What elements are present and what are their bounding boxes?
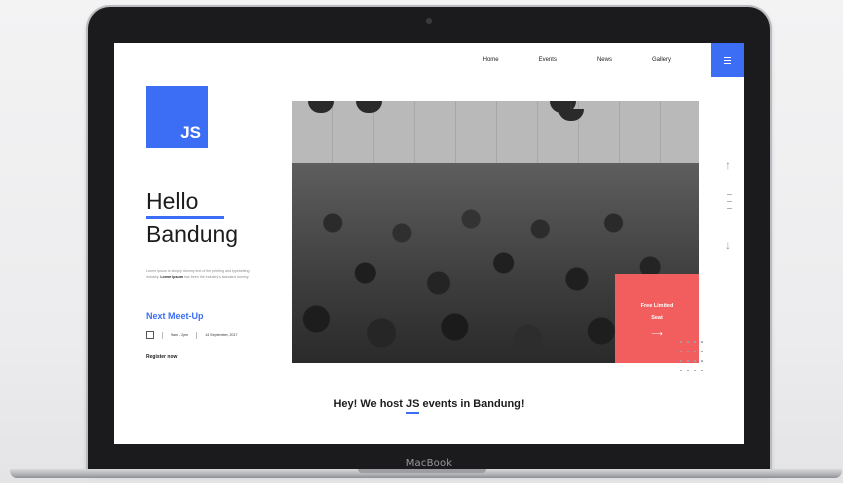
pager-dash[interactable] <box>727 201 732 202</box>
hamburger-icon-line <box>724 59 731 61</box>
slide-pager[interactable] <box>727 194 732 215</box>
top-nav: Home Events News Gallery <box>483 43 744 77</box>
dot <box>680 350 682 352</box>
dot <box>701 341 703 343</box>
arrow-right-icon: ⟶ <box>651 328 663 338</box>
dot <box>694 360 696 362</box>
arrow-up-icon[interactable]: ↑ <box>725 159 731 171</box>
pager-dash[interactable] <box>727 194 732 195</box>
laptop-notch <box>358 469 486 473</box>
hamburger-icon-line <box>724 62 731 64</box>
dot <box>687 360 689 362</box>
divider <box>162 331 163 339</box>
dot <box>687 341 689 343</box>
laptop-lid: Home Events News Gallery JS Hello Bandun… <box>88 7 770 473</box>
camera-icon <box>426 18 432 24</box>
promo-line1: Free Limited <box>640 302 674 309</box>
logo-text: JS <box>180 123 201 142</box>
description-bold: Lorem Ipsum <box>160 275 183 279</box>
dot <box>694 350 696 352</box>
nav-home[interactable]: Home <box>483 57 499 63</box>
nav-news[interactable]: News <box>597 57 612 63</box>
tagline: Hey! We host JS events in Bandung! <box>114 398 744 410</box>
laptop-screen: Home Events News Gallery JS Hello Bandun… <box>114 43 744 444</box>
dot <box>701 360 703 362</box>
register-now-link[interactable]: Register now <box>146 354 177 360</box>
pager-dash[interactable] <box>727 208 732 209</box>
tagline-highlight: JS <box>405 398 420 410</box>
js-logo[interactable]: JS <box>146 86 208 148</box>
dot <box>680 341 682 343</box>
description-tail: has been the industry's standard dummy. <box>183 275 250 279</box>
meetup-time: 9am - 2pm <box>171 333 189 337</box>
dot <box>694 341 696 343</box>
meetup-details: 9am - 2pm 14 September, 2017 <box>146 331 238 339</box>
nav-events[interactable]: Events <box>539 57 557 63</box>
hero-heading-line2: Bandung <box>146 221 239 247</box>
heading-underline <box>146 216 224 219</box>
nav-gallery[interactable]: Gallery <box>652 57 671 63</box>
calendar-icon <box>146 331 154 339</box>
dot <box>701 369 703 371</box>
divider <box>196 331 198 339</box>
hamburger-menu-button[interactable] <box>711 43 744 77</box>
meetup-date: 14 September, 2017 <box>205 333 238 337</box>
next-meetup-title: Next Meet-Up <box>146 311 204 321</box>
hero-heading-line1: Hello <box>146 188 199 214</box>
promo-line2: Seat <box>651 314 663 321</box>
dot-grid-decoration <box>680 341 708 371</box>
dot <box>687 350 689 352</box>
hamburger-icon <box>724 56 731 58</box>
tagline-after: events in Bandung! <box>419 398 525 410</box>
tagline-before: Hey! We host <box>333 398 406 410</box>
hero-description: Lorem Ipsum is simply dummy text of the … <box>146 268 258 280</box>
dot <box>701 350 703 352</box>
dot <box>687 369 689 371</box>
dot <box>694 369 696 371</box>
arrow-down-icon[interactable]: ↓ <box>725 239 731 251</box>
dot <box>680 369 682 371</box>
dot <box>680 360 682 362</box>
